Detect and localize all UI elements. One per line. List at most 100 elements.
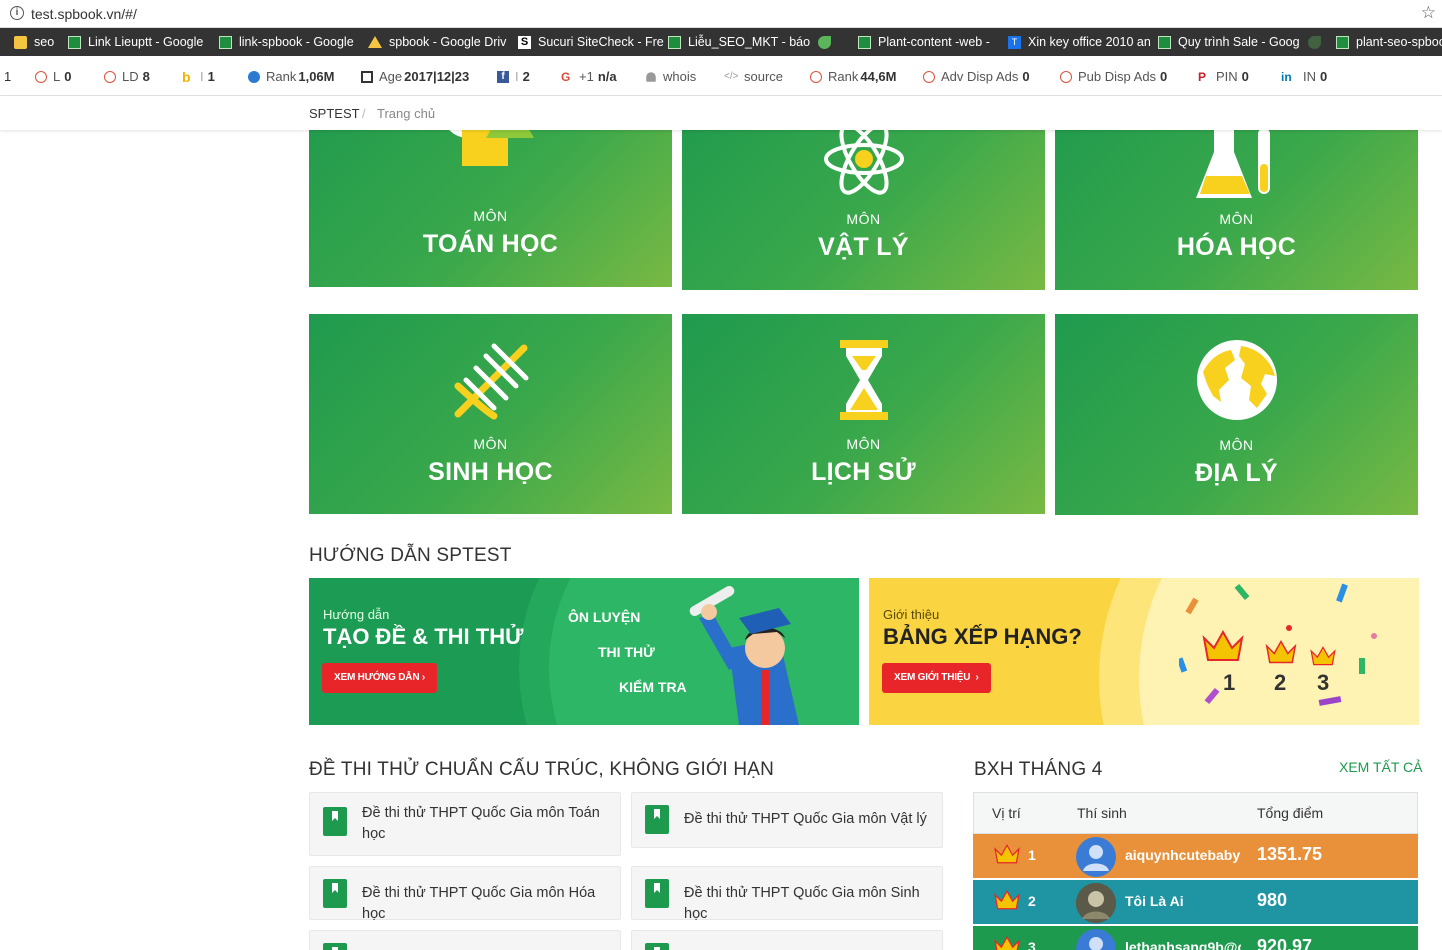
exam-title: Đề thi thử THPT Quốc Gia môn Toán học [362,805,600,842]
bookmark-item[interactable]: seo [14,28,54,56]
view-intro-button[interactable]: XEM GIỚI THIỆU › [882,663,991,693]
header-name: Thí sinh [1077,805,1127,821]
exam-title: Đề thi thử THPT Quốc Gia môn Sinh học [684,885,920,922]
view-guide-button[interactable]: XEM HƯỚNG DẪN › [322,663,438,693]
breadcrumb-home-link[interactable]: SPTEST [309,106,360,121]
seoquake-item[interactable]: Pub Disp Ads 0 [1060,69,1167,84]
bookmark-star-icon[interactable]: ☆ [1421,3,1436,23]
whois-link[interactable]: whois [645,69,696,84]
facebook-icon: f [497,70,509,83]
subject-card-chemistry[interactable]: MÔN HÓA HỌC [1055,130,1418,290]
bookmark-item[interactable] [1308,28,1328,56]
seoquake-toolbar: 1 L0 LD 8 bI1 Rank 1,06M Age 2017|12|23 fI2… [0,56,1442,96]
crown-icon [1310,646,1336,666]
folder-icon [14,35,27,49]
bookmark-item[interactable]: link-spbook - Google [219,28,354,56]
avatar [1076,883,1116,923]
calendar-icon [361,70,373,83]
source-link[interactable]: </> source [724,69,783,84]
subject-name: LỊCH SỬ [811,458,916,486]
banner-title: TẠO ĐỀ & THI THỬ [323,624,524,649]
user-icon [1089,937,1103,950]
seoquake-item[interactable]: P PIN 0 [1198,69,1249,84]
subject-card-biology[interactable]: MÔN SINH HỌC [309,314,672,514]
rank-position: 3 [1028,939,1036,950]
exam-item[interactable]: Đề thi thử THPT Quốc Gia môn Vật lý [631,792,943,848]
bookmark-item[interactable]: Plant-content -web - [858,28,990,56]
seoquake-item[interactable]: Adv Disp Ads 0 [923,69,1030,84]
bookmark-item[interactable]: T Xin key office 2010 an [1008,28,1151,56]
exam-item[interactable]: Đề thi thử THPT Quốc Gia môn Sinh học [631,866,943,922]
guide-banner-ranking[interactable]: Giới thiệu BẢNG XẾP HẠNG? XEM GIỚI THIỆU… [869,578,1419,725]
subject-card-history[interactable]: MÔN LỊCH SỬ [682,314,1045,514]
url-text[interactable]: test.spbook.vn/#/ [31,6,137,22]
leaf-icon [818,35,831,49]
seoquake-item[interactable]: Rank 44,6M [810,69,897,84]
browser-url-bar[interactable]: i test.spbook.vn/#/ ☆ [0,0,1442,28]
subject-mon-label: MÔN [1219,211,1254,227]
seoquake-item[interactable]: bI1 [182,69,215,84]
rank-name: lethanhsang9b@g [1125,939,1241,950]
subject-card-physics[interactable]: MÔN VẬT LÝ [682,130,1045,290]
bookmark-item[interactable]: S Sucuri SiteCheck - Fre [518,28,664,56]
circle-icon [923,70,935,83]
crown-icon [994,890,1020,910]
banner-title: BẢNG XẾP HẠNG? [883,624,1082,649]
exam-item[interactable]: Đề thi thử THPT Quốc Gia môn Hóa học [309,866,621,922]
guide-section-title: HƯỚNG DẪN SPTEST [309,545,512,566]
subject-mon-label: MÔN [846,211,881,227]
subject-card-math[interactable]: MÔN TOÁN HỌC [309,130,672,287]
bookmark-item[interactable]: spbook - Google Driv [368,28,506,56]
flask-icon [1195,130,1270,198]
code-icon: </> [724,70,739,82]
header-position: Vị trí [992,805,1021,821]
podium-2: 2 [1274,670,1287,695]
seoquake-item[interactable]: in IN 0 [1281,69,1327,84]
seoquake-item[interactable]: L0 [35,69,71,84]
seoquake-item[interactable]: fI2 [497,69,530,84]
ranking-row[interactable]: 1 aiquynhcutebaby@ 1351.75 [973,834,1418,878]
book-icon [323,807,347,836]
google-plus-icon: G [561,69,571,84]
exam-item[interactable] [631,930,943,950]
rank-score: 980 [1257,890,1288,910]
user-icon [1083,845,1109,871]
book-icon [323,879,347,908]
view-all-link[interactable]: XEM TẤT CẢ [1339,759,1423,775]
bookmark-item[interactable]: Quy trình Sale - Goog [1158,28,1300,56]
graduate-illustration [689,586,799,725]
header-score: Tổng điểm [1257,805,1324,821]
guide-banner-create-exam[interactable]: Hướng dẫn TẠO ĐỀ & THI THỬ XEM HƯỚNG DẪN… [309,578,859,725]
rank-score: 920.97 [1257,936,1313,950]
crown-icon [994,844,1020,864]
sucuri-icon: S [518,35,531,49]
rank-score: 1351.75 [1257,844,1323,864]
ranking-row[interactable]: 3 lethanhsang9b@g 920.97 [973,926,1418,950]
podium-3: 3 [1317,670,1330,695]
linkedin-icon: in [1281,69,1292,84]
rank-position: 2 [1028,893,1036,909]
bookmark-item[interactable] [818,28,838,56]
seoquake-item[interactable]: LD 8 [104,69,150,84]
info-icon[interactable]: i [10,6,24,20]
bookmark-item[interactable]: Link Lieuptt - Google [68,28,203,56]
subject-mon-label: MÔN [1219,437,1254,453]
exam-item[interactable]: Đề thi thử THPT Quốc Gia môn Toán học [309,792,621,856]
sheets-icon [858,35,871,49]
exam-item[interactable] [309,930,621,950]
bookmark-item[interactable]: Liễu_SEO_MKT - báo [668,28,810,56]
rank-name: Tôi Là Ai [1125,893,1184,909]
hourglass-icon [839,340,888,420]
seoquake-item[interactable]: Age 2017|12|23 [361,69,469,84]
ranking-table-header: Vị trí Thí sinh Tổng điểm [973,792,1418,834]
subject-card-geography[interactable]: MÔN ĐỊA LÝ [1055,314,1418,515]
seoquake-item[interactable]: Rank 1,06M [248,69,335,84]
bookmark-item[interactable]: plant-seo-spbook [1336,28,1442,56]
crown-icon [994,936,1020,950]
ranking-row[interactable]: 2 Tôi Là Ai 980 [973,880,1418,924]
avatar [1076,929,1116,950]
breadcrumb: SPTEST / Trang chủ [0,96,1442,130]
subject-name: SINH HỌC [428,458,553,486]
seoquake-item[interactable]: G +1 n/a [561,69,617,84]
banner-tag: THI THỬ [598,644,655,660]
